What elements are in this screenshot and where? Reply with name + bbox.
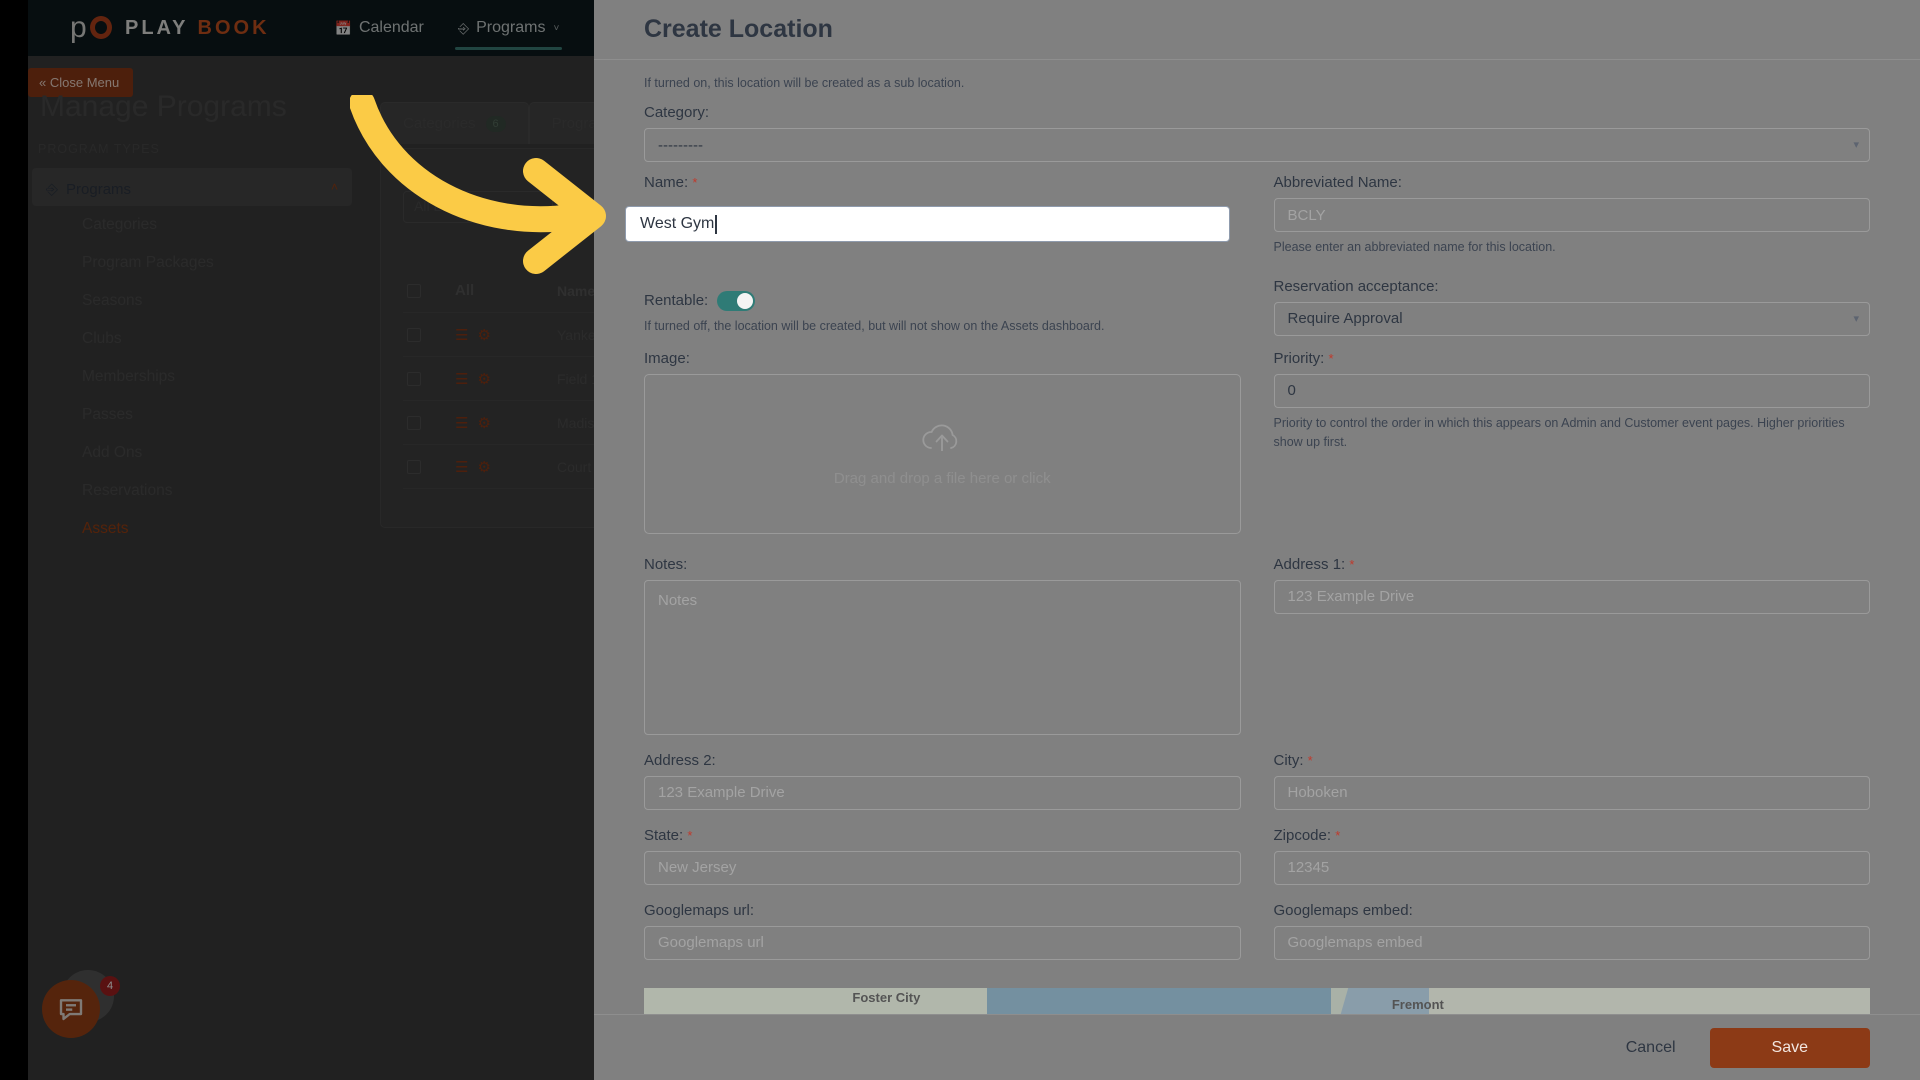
name-label: Name: * — [644, 174, 698, 191]
googlemaps-url-field-group: Googlemaps url: — [644, 885, 1241, 960]
abbreviated-name-field-group: Abbreviated Name: Please enter an abbrev… — [1273, 162, 1870, 257]
city-input[interactable] — [1273, 775, 1870, 810]
modal-title: Create Location — [644, 15, 833, 43]
abbreviated-name-input[interactable] — [1273, 198, 1870, 232]
map-land-east — [1428, 988, 1870, 1014]
reservation-acceptance-label: Reservation acceptance: — [1273, 277, 1439, 295]
map-land-west — [644, 988, 988, 1014]
city-field-group: City: * — [1273, 735, 1870, 810]
form-grid-row-7: Googlemaps url: Googlemaps embed: — [644, 885, 1870, 960]
map-water-bay — [987, 988, 1331, 1014]
googlemaps-embed-label: Googlemaps embed: — [1273, 901, 1413, 919]
abbreviated-name-label: Abbreviated Name: — [1273, 174, 1402, 191]
googlemaps-embed-field-group: Googlemaps embed: — [1273, 885, 1870, 960]
category-select-wrap: ▾ — [644, 128, 1870, 162]
toggle-knob — [737, 292, 754, 309]
address1-input[interactable] — [1273, 579, 1870, 614]
category-label: Category: — [644, 104, 710, 121]
zipcode-label: Zipcode: * — [1273, 826, 1341, 844]
required-marker: * — [692, 175, 698, 190]
cancel-button[interactable]: Cancel — [1626, 1039, 1676, 1057]
form-grid-row-2: Rentable: If turned off, the location wi… — [644, 257, 1870, 336]
required-marker: * — [1307, 752, 1313, 768]
required-marker: * — [1328, 350, 1334, 366]
googlemaps-url-input[interactable] — [644, 925, 1241, 960]
abbreviated-name-help: Please enter an abbreviated name for thi… — [1273, 240, 1556, 254]
priority-input[interactable] — [1273, 373, 1870, 408]
zipcode-field-group: Zipcode: * — [1273, 810, 1870, 885]
form-grid-row-3: Image: Drag and drop a file here or clic… — [644, 336, 1870, 534]
reservation-acceptance-field-group: Reservation acceptance: ▾ — [1273, 257, 1870, 336]
dropzone-text: Drag and drop a file here or click — [833, 469, 1051, 487]
name-input-value: West Gym — [640, 215, 715, 232]
rentable-toggle[interactable] — [717, 290, 756, 311]
rentable-help: If turned off, the location will be crea… — [644, 318, 1105, 333]
required-marker: * — [1335, 827, 1341, 843]
address1-label: Address 1: * — [1273, 555, 1355, 573]
notes-field-group: Notes: — [644, 534, 1241, 735]
notes-label: Notes: — [644, 555, 688, 573]
create-location-modal: Create Location If turned on, this locat… — [594, 0, 1920, 1080]
modal-footer: Cancel Save — [594, 1014, 1920, 1080]
image-dropzone[interactable]: Drag and drop a file here or click — [644, 373, 1241, 534]
priority-field-group: Priority: * Priority to control the orde… — [1273, 336, 1870, 534]
city-label: City: * — [1273, 751, 1313, 769]
googlemaps-url-label: Googlemaps url: — [644, 901, 755, 919]
cloud-upload-icon — [922, 424, 958, 451]
map-label-fremont: Fremont — [1391, 997, 1444, 1012]
map-label-foster-city: Foster City — [852, 990, 921, 1005]
image-field-group: Image: Drag and drop a file here or clic… — [644, 336, 1241, 534]
image-label: Image: — [644, 349, 690, 367]
modal-header: Create Location — [594, 0, 1920, 60]
reservation-acceptance-select[interactable] — [1273, 301, 1870, 336]
text-cursor — [715, 214, 717, 234]
rentable-field-group: Rentable: If turned off, the location wi… — [644, 257, 1241, 336]
address2-field-group: Address 2: — [644, 735, 1241, 810]
state-field-group: State: * — [644, 810, 1241, 885]
address1-field-group: Address 1: * — [1273, 534, 1870, 735]
notes-textarea[interactable] — [644, 579, 1241, 735]
category-select[interactable] — [644, 128, 1870, 162]
map-preview[interactable]: Foster City Fremont — [644, 988, 1870, 1014]
state-label: State: * — [644, 826, 693, 844]
save-button[interactable]: Save — [1709, 1027, 1870, 1068]
form-grid-row-6: State: * Zipcode: * — [644, 810, 1870, 885]
sub-location-hint: If turned on, this location will be crea… — [644, 76, 965, 90]
form-grid-row-4: Notes: Address 1: * — [644, 534, 1870, 735]
priority-help: Priority to control the order in which t… — [1273, 415, 1845, 449]
googlemaps-embed-input[interactable] — [1273, 925, 1870, 960]
address2-label: Address 2: — [644, 751, 716, 769]
rentable-label: Rentable: — [644, 292, 709, 310]
form-grid-row-5: Address 2: City: * — [644, 735, 1870, 810]
modal-body: If turned on, this location will be crea… — [594, 60, 1920, 1014]
rentable-row: Rentable: — [644, 290, 1241, 311]
required-marker: * — [687, 827, 693, 843]
map-canvas: Foster City Fremont — [644, 988, 1870, 1014]
zipcode-input[interactable] — [1273, 850, 1870, 885]
state-input[interactable] — [644, 850, 1241, 885]
name-input[interactable]: West Gym — [625, 206, 1230, 242]
priority-label: Priority: * — [1273, 349, 1334, 367]
reservation-acceptance-select-wrap: ▾ — [1273, 301, 1870, 336]
address2-input[interactable] — [644, 775, 1241, 810]
required-marker: * — [1349, 556, 1355, 572]
